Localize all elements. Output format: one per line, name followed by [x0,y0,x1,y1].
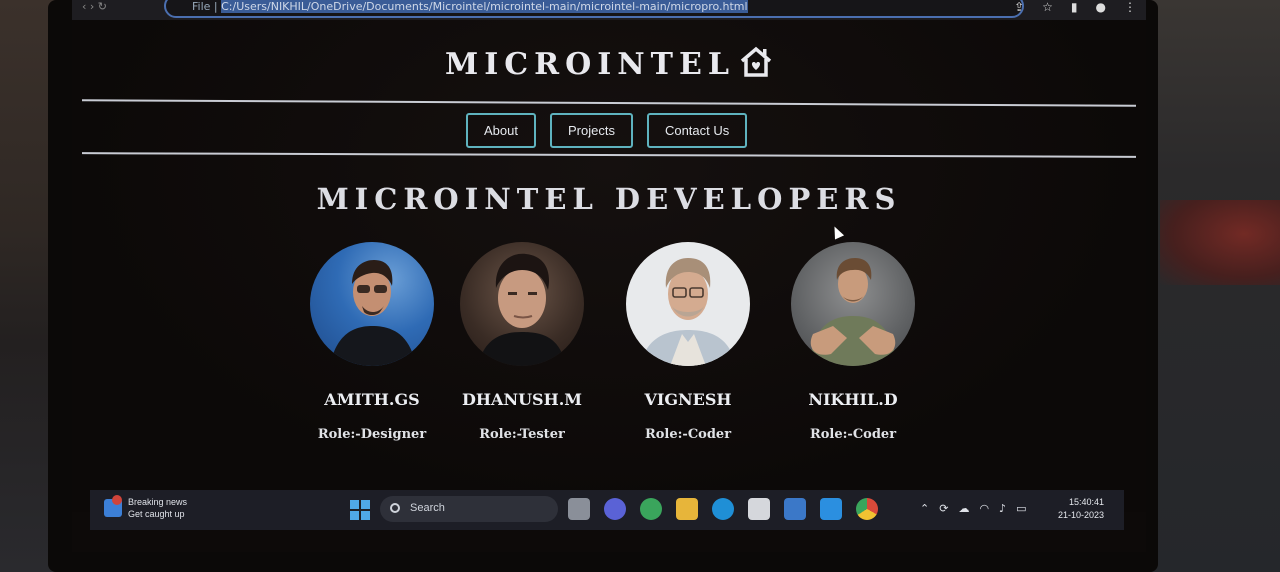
member-name: AMITH.GS [324,390,420,409]
cloud-icon[interactable]: ☁ [958,502,969,515]
member-card: NIKHIL.D Role:-Coder [768,242,938,442]
app-icon[interactable] [784,498,806,520]
main-nav: About Projects Contact Us [466,113,748,148]
avatar[interactable] [460,242,584,366]
member-name: NIKHIL.D [808,390,898,409]
url-text: C:/Users/NIKHIL/OneDrive/Documents/Micro… [221,0,748,13]
news-icon [104,495,122,517]
task-view-icon[interactable] [568,498,590,520]
chrome-alt-icon[interactable] [640,498,662,520]
member-role: Role:-Coder [809,427,897,442]
menu-icon[interactable]: ⋮ [1124,0,1136,14]
search-icon [390,503,400,513]
sidebar-icon[interactable]: ▮ [1071,0,1078,14]
news-subtitle: Get caught up [128,509,185,519]
sync-icon[interactable]: ⟳ [939,502,948,515]
background-red-object [1160,200,1280,285]
file-explorer-icon[interactable] [676,498,698,520]
divider-bottom [81,152,1137,158]
browser-nav-icons[interactable]: ‹ › ↻ [82,0,107,13]
search-label: Search [410,502,445,514]
browser-toolbar: ‹ › ↻ File | C:/Users/NIKHIL/OneDrive/Do… [72,0,1146,20]
vscode-icon[interactable] [820,498,842,520]
member-card: VIGNESH Role:-Coder [603,242,773,442]
web-page: MICROINTEL About Projects Contact Us MIC… [72,20,1146,512]
store-icon[interactable] [748,498,770,520]
wifi-icon[interactable]: ◠ [979,502,989,515]
windows-start-icon[interactable] [350,500,370,520]
chevron-up-icon[interactable]: ⌃ [920,502,929,515]
news-widget[interactable]: Breaking news Get caught up [104,495,188,520]
share-icon[interactable]: ⇪ [1014,0,1024,14]
volume-icon[interactable]: ♪ [999,502,1006,515]
member-role: Role:-Coder [644,427,732,442]
url-prefix: File | [192,0,218,13]
divider-top [82,99,1136,107]
news-badge [112,495,122,505]
edge-icon[interactable] [712,498,734,520]
team-list: AMITH.GS Role:-Designer DHANUSH.M Role:-… [292,242,932,462]
chrome-icon[interactable] [856,498,878,520]
member-card: AMITH.GS Role:-Designer [287,242,457,442]
brand-title: MICROINTEL [72,46,1146,86]
address-bar[interactable]: File | C:/Users/NIKHIL/OneDrive/Document… [164,0,1024,18]
member-role: Role:-Designer [317,427,427,442]
avatar[interactable] [791,242,915,366]
nav-about-button[interactable]: About [466,113,536,148]
clock-time: 15:40:41 [1069,497,1105,507]
avatar[interactable] [310,242,434,366]
news-title: Breaking news [128,497,188,507]
brand-text: MICROINTEL [445,47,735,82]
browser-action-icons: ⇪ ☆ ▮ ● ⋮ [1014,0,1136,14]
clock-date: 21-10-2023 [1058,510,1105,520]
taskbar-apps [568,498,878,520]
member-name: VIGNESH [644,390,732,409]
member-role: Role:-Tester [479,427,565,442]
taskbar-clock[interactable]: 15:40:41 21-10-2023 [1058,496,1104,522]
nav-contact-button[interactable]: Contact Us [646,113,748,148]
meet-icon[interactable] [604,498,626,520]
star-icon[interactable]: ☆ [1042,0,1053,14]
system-tray: ⌃ ⟳ ☁ ◠ ♪ ▭ [920,502,1026,515]
section-heading: MICROINTEL DEVELOPERS [316,182,902,216]
taskbar-search[interactable]: Search [380,496,558,522]
screen: ‹ › ↻ File | C:/Users/NIKHIL/OneDrive/Do… [72,0,1146,552]
battery-icon[interactable]: ▭ [1016,502,1026,515]
member-card: DHANUSH.M Role:-Tester [437,242,607,442]
home-icon [739,46,773,86]
member-name: DHANUSH.M [462,390,582,409]
windows-taskbar: Breaking news Get caught up Search ⌃ ⟳ ☁ [90,490,1124,530]
nav-projects-button[interactable]: Projects [549,113,633,148]
profile-icon[interactable]: ● [1096,0,1106,14]
mouse-cursor-icon [829,224,845,240]
avatar[interactable] [626,242,750,366]
